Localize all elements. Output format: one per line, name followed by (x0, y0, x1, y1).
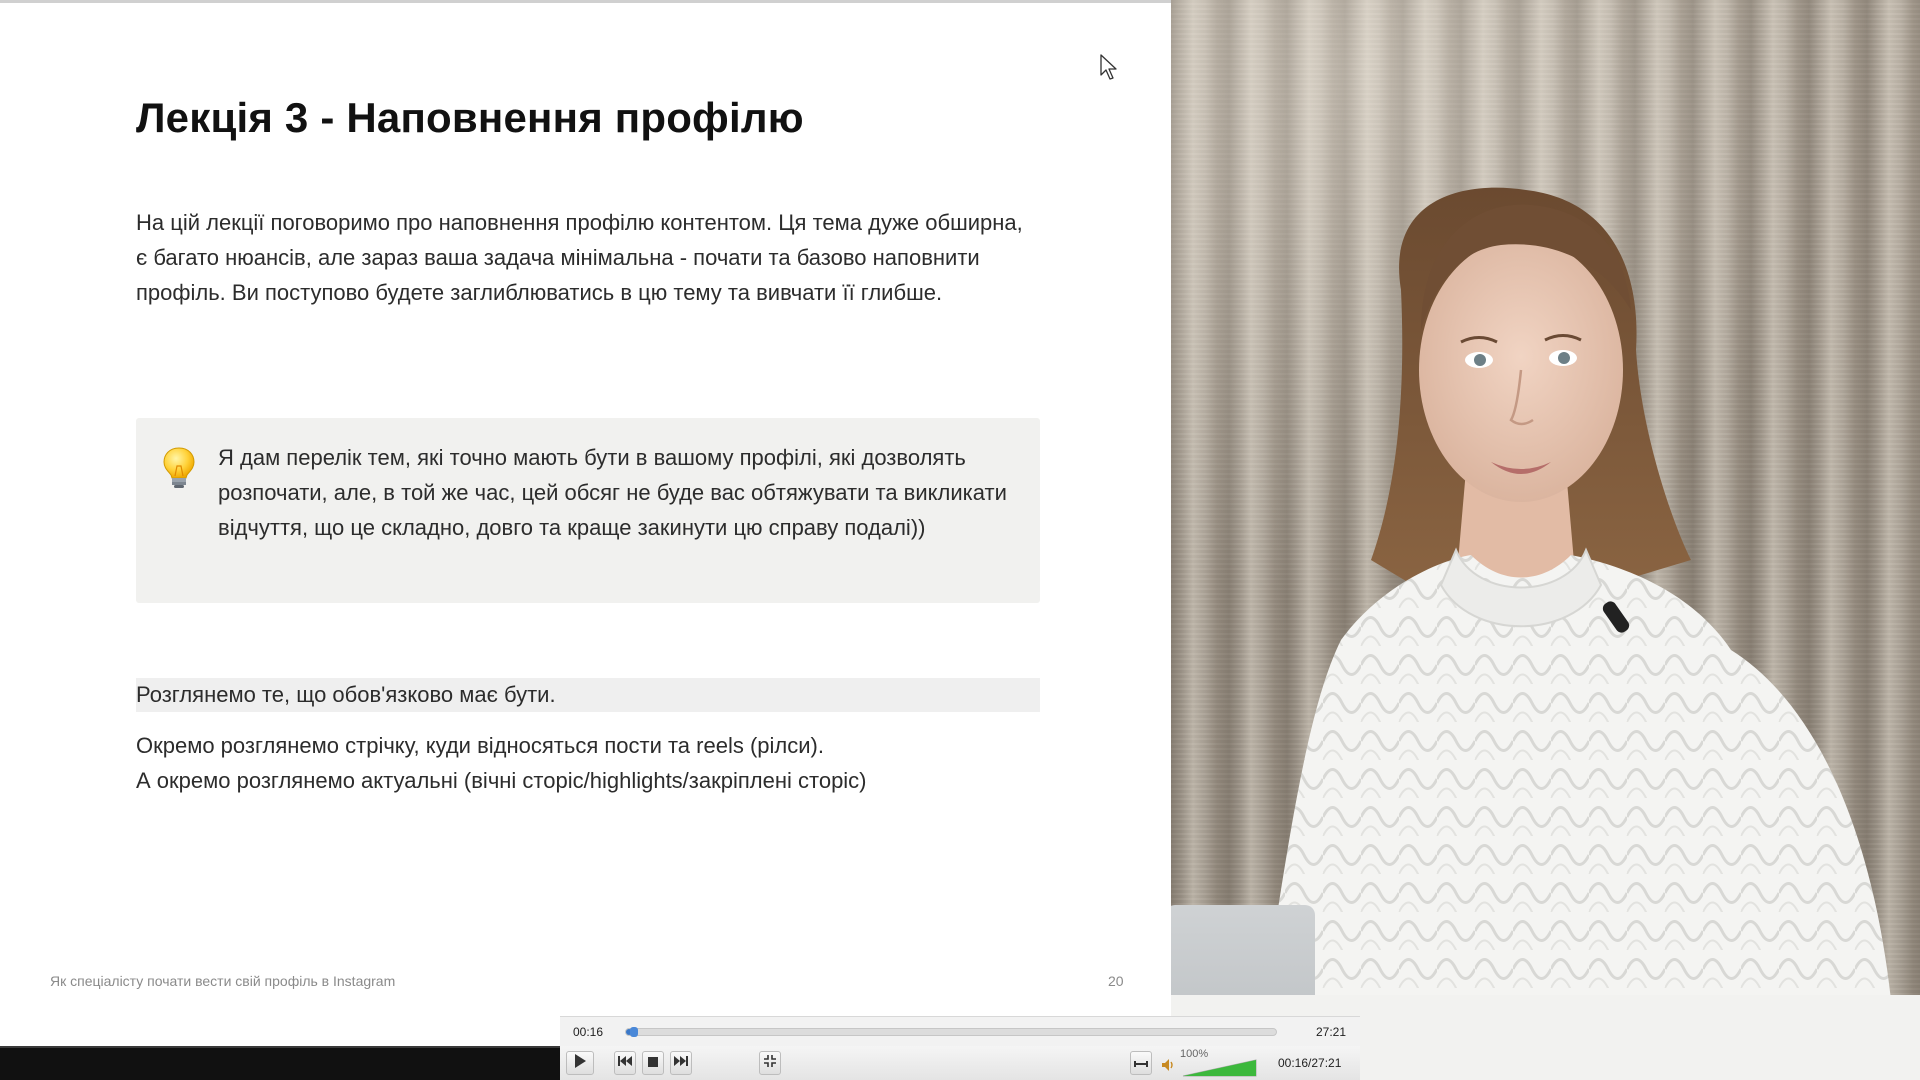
slide-top-border (0, 0, 1171, 3)
body-text-line-1: Окремо розглянемо стрічку, куди відносят… (136, 733, 824, 758)
previous-button[interactable] (614, 1051, 636, 1075)
next-button[interactable] (670, 1051, 692, 1075)
slide-title: Лекція 3 - Наповнення профілю (136, 94, 804, 141)
player-controls: 100% 00:16/27:21 (560, 1046, 1360, 1080)
seek-bar[interactable] (625, 1027, 1277, 1037)
exit-fullscreen-icon (763, 1054, 777, 1073)
elapsed-time: 00:16 (573, 1025, 604, 1039)
callout-box: Я дам перелік тем, які точно мають бути … (136, 418, 1040, 603)
seek-handle[interactable] (630, 1027, 639, 1037)
slide-footer-text: Як спеціалісту почати вести свій профіль… (50, 973, 396, 989)
stop-button[interactable] (642, 1051, 664, 1075)
presentation-slide: Лекція 3 - Наповнення профілю На цій лек… (0, 0, 1171, 1046)
total-duration: 27:21 (1316, 1025, 1347, 1039)
time-readout: 00:16/27:21 (1278, 1056, 1342, 1070)
webcam-video (1171, 0, 1920, 1080)
playlist-button[interactable] (1130, 1051, 1152, 1075)
seek-bar-row: 00:16 27:21 (560, 1016, 1360, 1046)
skip-forward-icon (673, 1054, 689, 1072)
skip-back-icon (617, 1054, 633, 1072)
speaker-icon[interactable] (1161, 1058, 1175, 1077)
stop-icon (648, 1054, 658, 1072)
volume-slider[interactable] (1182, 1059, 1257, 1077)
body-text-line-2: А окремо розглянемо актуальні (вічні сто… (136, 768, 867, 793)
ellipsis-icon (1134, 1054, 1148, 1072)
callout-text: Я дам перелік тем, які точно мають бути … (218, 445, 1007, 540)
play-button[interactable] (566, 1051, 594, 1075)
lightbulb-icon (162, 446, 196, 490)
fullscreen-toggle-button[interactable] (759, 1051, 781, 1075)
slide-page-number: 20 (1108, 973, 1124, 989)
play-icon (573, 1053, 587, 1074)
slide-intro-paragraph: На цій лекції поговоримо про наповнення … (136, 210, 1023, 305)
mouse-cursor-icon (1099, 53, 1119, 81)
highlighted-text-line: Розглянемо те, що обов'язково має бути. (136, 678, 1040, 712)
